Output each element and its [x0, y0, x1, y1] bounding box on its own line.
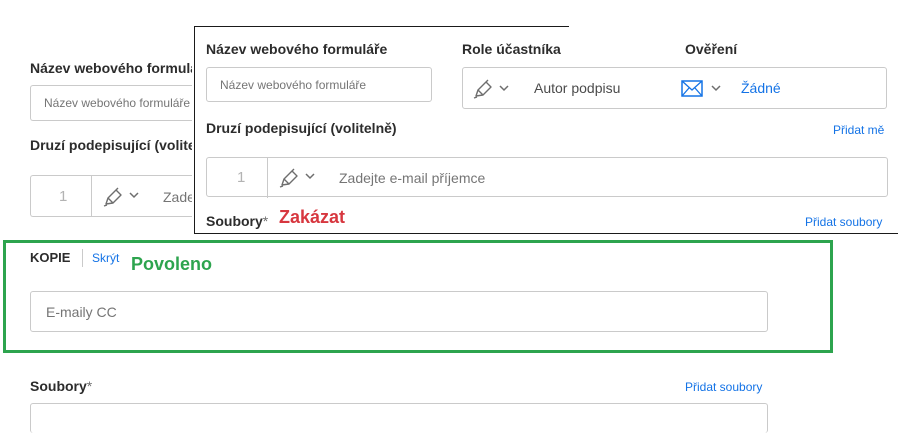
bg-files-label-text: Soubory: [30, 378, 87, 394]
chevron-down-icon[interactable]: [499, 85, 509, 92]
chevron-down-icon[interactable]: [711, 85, 721, 92]
add-files-link[interactable]: Přidat soubory: [805, 215, 882, 229]
signers-label: Druzí podepisující (volitelně): [206, 120, 397, 136]
signer-email-field[interactable]: [339, 170, 859, 186]
bg-signer-index: 1: [59, 188, 68, 205]
form-name-label: Název webového formuláře: [206, 41, 388, 57]
hide-cc-link[interactable]: Skrýt: [92, 251, 119, 265]
mail-icon[interactable]: [681, 80, 703, 97]
chevron-down-icon[interactable]: [305, 173, 315, 180]
cc-input[interactable]: [30, 291, 768, 332]
copy-label: KOPIE: [30, 250, 71, 265]
copy-divider: [82, 249, 83, 267]
bg-files-required-mark: *: [86, 378, 93, 394]
signer-row[interactable]: 1: [206, 157, 888, 198]
bg-add-files-link[interactable]: Přidat soubory: [685, 380, 762, 394]
bg-form-name-input[interactable]: [30, 85, 192, 121]
files-required-mark: *: [262, 213, 269, 229]
files-label: Soubory*: [206, 213, 268, 229]
bg-files-dropzone[interactable]: [30, 403, 768, 433]
pen-icon[interactable]: [473, 79, 495, 99]
bg-signer-email-field[interactable]: [163, 189, 192, 205]
signer-index: 1: [237, 169, 246, 186]
overlay-top-gap: [569, 24, 898, 28]
bg-signer-row[interactable]: 1: [30, 175, 192, 217]
disabled-annotation: Zakázat: [279, 207, 346, 227]
role-value[interactable]: Autor podpisu: [534, 80, 620, 96]
enabled-annotation: Povoleno: [131, 254, 213, 274]
chevron-down-icon[interactable]: [129, 192, 139, 199]
cc-email-field[interactable]: [46, 304, 746, 320]
bg-signer-divider: [91, 176, 92, 216]
role-label: Role účastníka: [462, 41, 561, 57]
add-me-link[interactable]: Přidat mě: [833, 123, 884, 137]
bg-form-name-label: Název webového formuláře: [30, 60, 192, 76]
overlay-panel: Název webového formuláře Role účastníka …: [194, 24, 898, 234]
bg-form-name-field[interactable]: [44, 96, 192, 110]
pen-icon[interactable]: [103, 187, 125, 207]
pen-icon[interactable]: [279, 168, 301, 188]
bg-signers-label: Druzí podepisující (volitelně): [30, 137, 192, 153]
verification-label: Ověření: [685, 41, 738, 57]
form-name-field[interactable]: [220, 78, 425, 92]
verification-value[interactable]: Žádné: [741, 80, 781, 96]
role-verification-row: Autor podpisu Žádné: [462, 67, 887, 109]
form-name-input[interactable]: [206, 67, 432, 102]
bg-files-label: Soubory*: [30, 378, 92, 394]
signer-divider: [267, 158, 268, 198]
files-label-text: Soubory: [206, 213, 263, 229]
